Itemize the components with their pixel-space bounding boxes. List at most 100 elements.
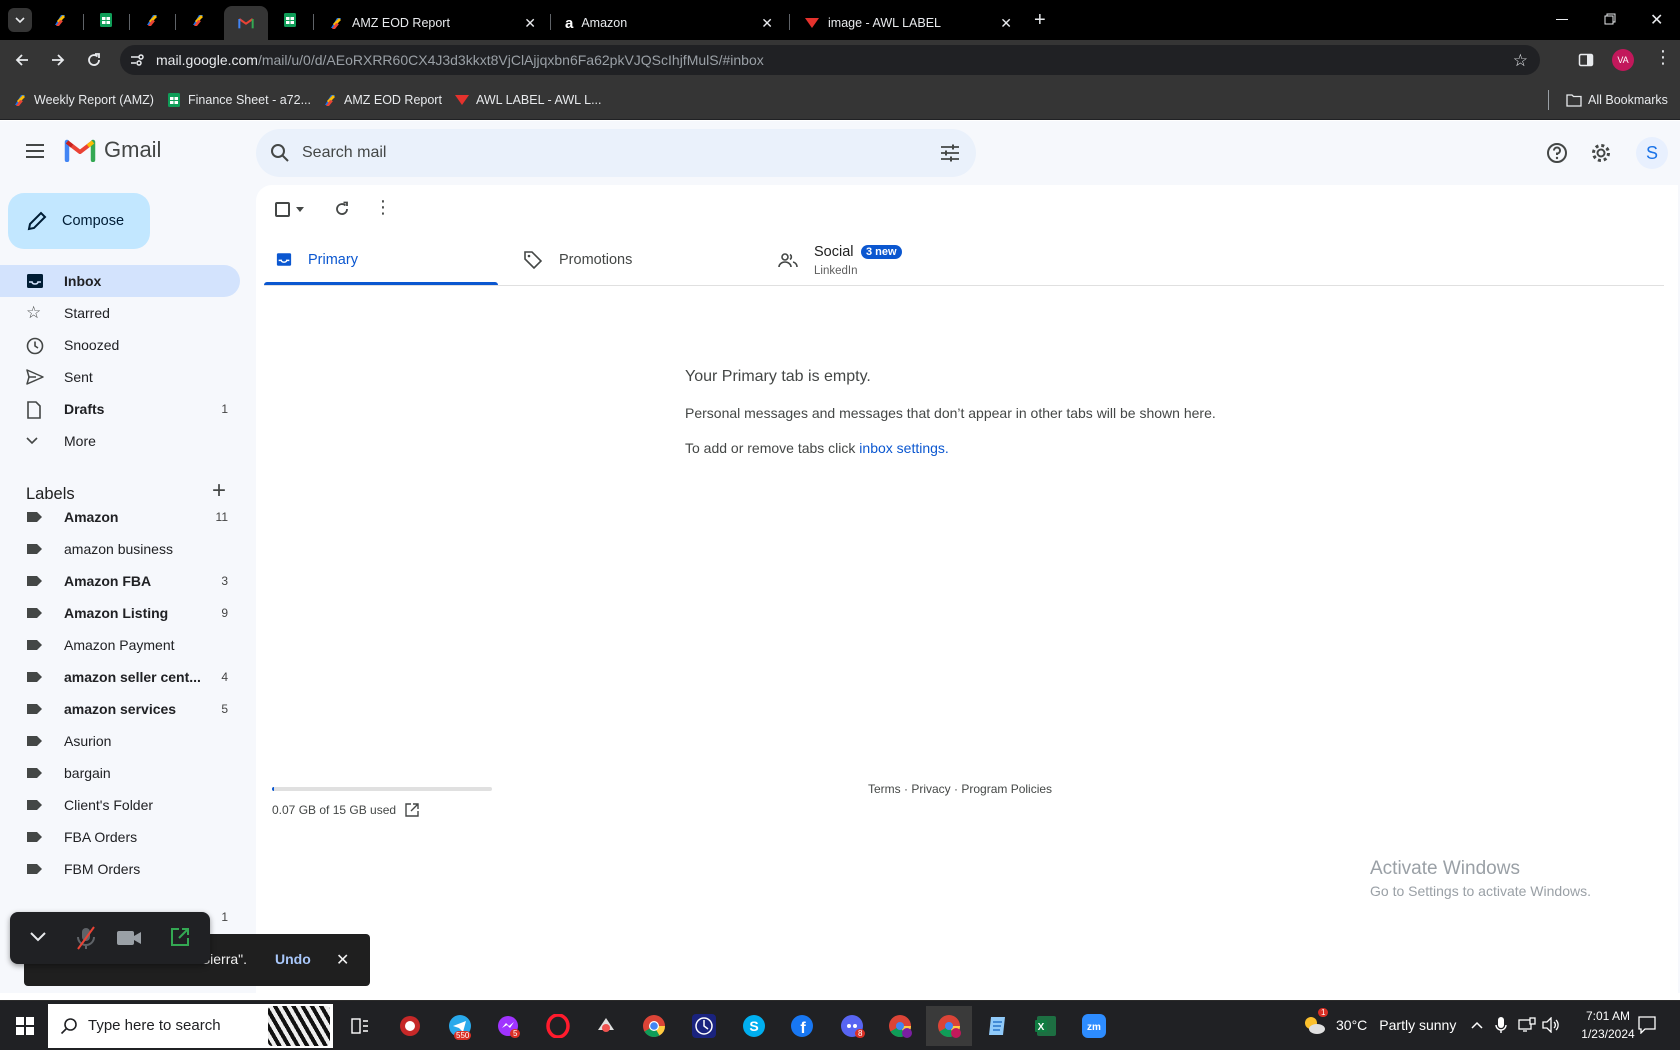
pinned-tab-zapier-1[interactable] [40,6,80,34]
label-item[interactable]: Client's Folder [0,789,240,821]
tab-awl-label[interactable]: image - AWL LABEL ✕ [792,6,1022,40]
label-item[interactable]: Amazon Payment [0,629,240,661]
back-icon[interactable] [14,52,30,68]
system-clock[interactable]: 7:01 AM 1/23/2024 [1570,1007,1646,1043]
label-item[interactable]: amazon business [0,533,240,565]
label-item[interactable]: Amazon FBA 3 [0,565,240,597]
close-window-button[interactable]: ✕ [1650,10,1663,30]
bookmark-amz-eod[interactable]: AMZ EOD Report [322,90,442,110]
taskbar-search-box[interactable]: Type here to search [48,1004,333,1048]
close-tab-icon[interactable]: ✕ [761,15,773,32]
bookmark-star-icon[interactable]: ☆ [1513,51,1528,71]
nav-inbox[interactable]: Inbox [0,265,240,297]
close-icon[interactable]: ✕ [336,950,349,970]
volume-icon[interactable] [1542,1017,1560,1033]
weather-widget[interactable]: 1 30°C Partly sunny [1302,1008,1456,1036]
site-info-icon[interactable] [130,53,144,67]
tab-primary[interactable]: Primary [264,237,498,285]
open-in-new-icon[interactable] [405,803,419,817]
opera-icon[interactable] [538,1006,578,1046]
zoom-icon[interactable]: zm [1074,1006,1114,1046]
tab-social[interactable]: Social 3 new LinkedIn [752,237,1006,285]
profile-avatar[interactable]: VA [1612,49,1634,71]
address-bar[interactable]: mail.google.com/mail/u/0/d/AEoRXRR60CX4J… [120,45,1540,75]
chrome-icon[interactable] [634,1006,674,1046]
search-icon[interactable] [270,143,290,163]
menu-kebab-icon[interactable]: ⋮ [1654,48,1672,66]
excel-icon[interactable]: X [1026,1006,1066,1046]
forward-icon[interactable] [50,52,66,68]
label-item[interactable]: bargain [0,757,240,789]
app-icon-sticker[interactable] [586,1006,626,1046]
task-view-icon[interactable] [340,1006,380,1046]
nav-more[interactable]: More [0,425,240,457]
undo-button[interactable]: Undo [275,951,311,967]
nav-sent[interactable]: Sent [0,361,240,393]
network-icon[interactable] [1518,1017,1536,1033]
label-item[interactable]: FBA Orders [0,821,240,853]
search-input[interactable]: Search mail [302,144,386,162]
label-item[interactable]: Amazon Listing 9 [0,597,240,629]
label-item[interactable]: amazon seller cent... 4 [0,661,240,693]
more-options-icon[interactable]: ⋮ [374,198,392,216]
label-item[interactable]: Amazon 11 [0,501,240,533]
app-icon-red-circle[interactable] [390,1006,430,1046]
skype-icon[interactable]: S [734,1006,774,1046]
add-label-icon[interactable]: + [212,479,226,503]
help-icon[interactable] [1546,142,1568,164]
nav-starred[interactable]: ☆ Starred [0,297,240,329]
windows-start-icon[interactable] [16,1017,34,1035]
nav-drafts[interactable]: Drafts 1 [0,393,240,425]
inbox-settings-link[interactable]: inbox settings. [859,440,949,456]
notepad-icon[interactable] [978,1006,1018,1046]
privacy-link[interactable]: Privacy [911,782,950,796]
account-avatar[interactable]: S [1636,137,1668,169]
search-bar[interactable]: Search mail [256,129,976,177]
new-tab-button[interactable]: + [1034,10,1046,30]
label-item[interactable]: Asurion [0,725,240,757]
notification-icon[interactable] [1638,1016,1656,1034]
chrome-profile-w-icon[interactable] [880,1006,920,1046]
label-item[interactable]: amazon services 5 [0,693,240,725]
share-screen-icon[interactable] [170,927,190,947]
side-panel-icon[interactable] [1578,52,1594,68]
mic-muted-icon[interactable] [74,925,98,951]
select-checkbox[interactable] [275,202,290,217]
messenger-icon[interactable] [488,1006,528,1046]
pinned-tab-sheets-1[interactable] [86,6,126,34]
bookmark-weekly-report[interactable]: Weekly Report (AMZ) [12,90,154,110]
telegram-icon[interactable] [440,1006,480,1046]
tab-search-button[interactable] [8,8,32,32]
facebook-icon[interactable]: f [782,1006,822,1046]
restore-button[interactable] [1604,13,1616,25]
chevron-up-icon[interactable] [1471,1021,1483,1029]
minimize-button[interactable] [1556,19,1568,20]
microphone-icon[interactable] [1495,1016,1507,1034]
pinned-tab-zapier-3[interactable] [178,6,218,34]
program-policies-link[interactable]: Program Policies [961,782,1052,796]
label-item[interactable]: FBM Orders [0,853,240,885]
pinned-tab-gmail-active[interactable] [224,6,268,40]
settings-gear-icon[interactable] [1590,142,1612,164]
nav-snoozed[interactable]: Snoozed [0,329,240,361]
pinned-tab-zapier-2[interactable] [132,6,172,34]
taskbar-active-app[interactable] [926,1006,972,1046]
all-bookmarks-button[interactable]: All Bookmarks [1566,90,1668,110]
chevron-down-icon[interactable] [30,932,46,942]
camera-icon[interactable] [116,930,142,946]
select-dropdown-icon[interactable] [296,207,304,212]
taskbar-search-input[interactable]: Type here to search [88,1017,221,1034]
tab-promotions[interactable]: Promotions [498,237,752,285]
discord-icon[interactable] [832,1006,872,1046]
clock-app-icon[interactable] [684,1006,724,1046]
refresh-icon[interactable] [334,201,350,217]
bookmark-finance-sheet[interactable]: Finance Sheet - a72... [166,90,311,110]
close-tab-icon[interactable]: ✕ [524,15,536,32]
compose-button[interactable]: Compose [8,193,150,249]
pinned-tab-sheets-2[interactable] [270,6,310,34]
main-menu-icon[interactable] [24,143,46,159]
terms-link[interactable]: Terms [868,782,901,796]
bookmark-awl-label[interactable]: AWL LABEL - AWL L... [454,90,602,110]
close-tab-icon[interactable]: ✕ [1000,15,1012,32]
tab-amazon[interactable]: a Amazon ✕ [553,6,783,40]
